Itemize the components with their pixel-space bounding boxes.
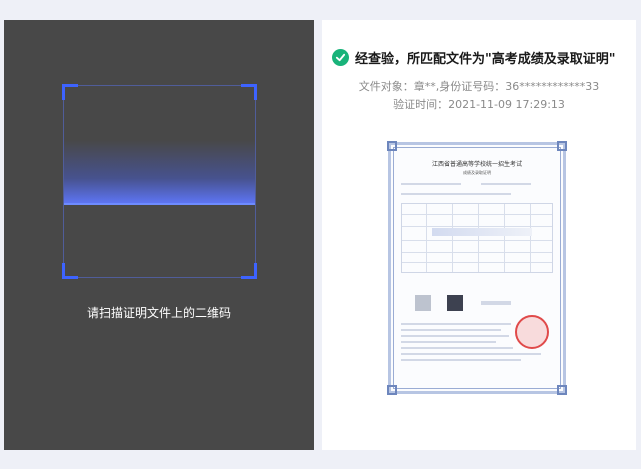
cert-score-table — [401, 203, 553, 273]
qr-code-icon — [447, 295, 463, 311]
cert-field-line — [481, 183, 531, 185]
scan-hint-text: 请扫描证明文件上的二维码 — [86, 306, 231, 320]
scan-corner-bottom-left — [62, 263, 78, 279]
cert-ornament — [387, 385, 397, 395]
cert-table-col — [504, 204, 505, 272]
subject-info: 文件对象：章**,身份证号码：36************33 — [358, 80, 600, 93]
result-panel: 经查验，所匹配文件为"高考成绩及录取证明" 文件对象：章**,身份证号码：36*… — [322, 20, 636, 450]
official-seal-icon — [515, 315, 549, 349]
cert-note-line — [401, 347, 513, 349]
cert-field-line — [481, 301, 511, 305]
cert-note-line — [401, 359, 521, 361]
cert-ornament — [557, 141, 567, 151]
cert-redacted-score — [432, 228, 532, 236]
certificate-preview[interactable]: 江西省普通高等学校统一招生考试 成绩及录取证明 — [387, 141, 567, 395]
qr-code-icon — [415, 295, 431, 311]
scan-corner-bottom-right — [241, 263, 257, 279]
cert-table-col — [478, 204, 479, 272]
check-circle-icon — [332, 49, 349, 66]
cert-field-line — [401, 193, 511, 195]
cert-note-line — [401, 353, 541, 355]
scanner-panel[interactable]: 请扫描证明文件上的二维码 — [4, 20, 314, 450]
scan-corner-top-right — [241, 84, 257, 100]
result-title: 经查验，所匹配文件为"高考成绩及录取证明" — [332, 48, 616, 67]
cert-note-line — [401, 329, 501, 331]
scan-beam — [64, 140, 255, 204]
cert-table-col — [426, 204, 427, 272]
cert-note-line — [401, 323, 511, 325]
cert-note-line — [401, 335, 509, 337]
cert-ornament — [557, 385, 567, 395]
scan-line — [64, 203, 255, 205]
scan-corner-top-left — [62, 84, 78, 100]
verify-time: 验证时间：2021-11-09 17:29:13 — [393, 98, 565, 111]
cert-note-line — [401, 341, 496, 343]
cert-ornament — [387, 141, 397, 151]
scan-frame — [62, 84, 257, 279]
certificate-subtitle: 成绩及录取证明 — [463, 170, 491, 175]
result-title-text: 经查验，所匹配文件为"高考成绩及录取证明" — [355, 52, 616, 67]
cert-table-col — [530, 204, 531, 272]
cert-field-line — [401, 183, 461, 185]
cert-table-col — [452, 204, 453, 272]
certificate-title: 江西省普通高等学校统一招生考试 — [431, 161, 522, 168]
